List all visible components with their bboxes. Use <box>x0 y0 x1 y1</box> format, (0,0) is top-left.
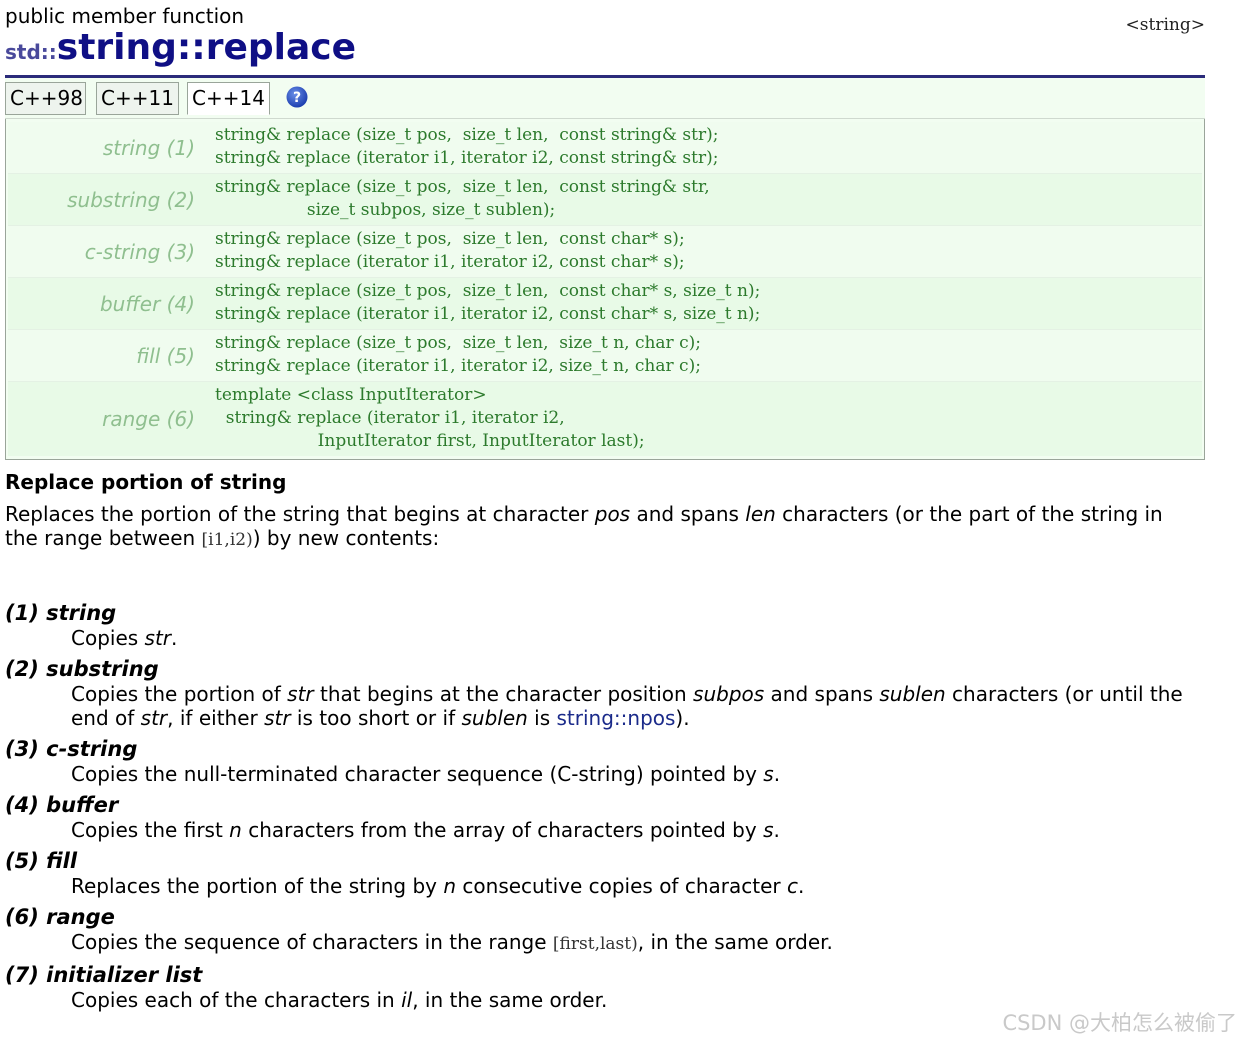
text-segment: Copies the null-terminated character seq… <box>71 762 764 786</box>
text-segment: Copies the sequence of characters in the… <box>71 930 553 954</box>
prototype-label: c-string (3) <box>84 239 195 264</box>
param-description: Copies the sequence of characters in the… <box>71 930 1191 956</box>
prototype-table: string (1) string& replace (size_t pos, s… <box>5 119 1205 460</box>
prototype-row: range (6) template <class InputIterator> … <box>8 382 1202 456</box>
npos-link[interactable]: string::npos <box>557 706 676 730</box>
prototype-label: range (6) <box>102 407 195 431</box>
text-segment: Copies <box>71 626 145 650</box>
prototype-row: substring (2) string& replace (size_t pos… <box>8 174 1202 226</box>
prototype-row: string (1) string& replace (size_t pos, s… <box>8 122 1202 174</box>
param-term: (4) buffer <box>5 793 119 817</box>
prototype-code: string& replace (size_t pos, size_t len,… <box>215 177 710 220</box>
tab-cpp14[interactable]: C++14 <box>187 82 270 115</box>
param-name: c <box>786 874 798 898</box>
question-circle-icon[interactable]: ? <box>286 86 308 108</box>
param-term: (1) string <box>5 601 117 625</box>
text-segment: . <box>171 626 178 650</box>
text-segment: Copies the portion of <box>71 682 288 706</box>
prototype-row: buffer (4) string& replace (size_t pos, s… <box>8 278 1202 330</box>
tab-cpp98[interactable]: C++98 <box>5 82 86 115</box>
prototype-label: substring (2) <box>67 187 195 212</box>
member-kind: public member function <box>5 4 245 28</box>
prototype-label: buffer (4) <box>99 291 195 316</box>
tab-cpp11[interactable]: C++11 <box>96 82 179 115</box>
title-row: std::string::replace <string> <box>5 15 1205 73</box>
prototype-row: fill (5) string& replace (size_t pos, siz… <box>8 330 1202 382</box>
text-segment: consecutive copies of character <box>456 874 787 898</box>
param-name: n <box>443 874 457 898</box>
text-segment: Copies the first <box>71 818 230 842</box>
text-segment: . <box>797 874 805 898</box>
text-segment: , in the same order. <box>637 930 833 954</box>
text-segment: . <box>773 818 780 842</box>
param-term: (5) fill <box>5 849 78 873</box>
param-name: n <box>229 818 242 842</box>
svg-text:?: ? <box>293 90 301 106</box>
param-description: Copies the first n characters from the a… <box>71 818 1191 842</box>
prototype-label: fill (5) <box>136 343 195 368</box>
standard-tabs: C++98 C++11 C++14 ? <box>5 78 1205 119</box>
param-name: il <box>401 988 413 1012</box>
param-name: sublen <box>879 682 946 706</box>
param-description: Replaces the portion of the string by n … <box>71 874 1191 898</box>
text-segment: Replaces the portion of the string by <box>71 874 444 898</box>
text-segment: and spans <box>764 682 880 706</box>
prototype-code: string& replace (size_t pos, size_t len,… <box>215 333 701 376</box>
text-segment: . <box>773 762 781 786</box>
param-term: (6) range <box>5 905 115 929</box>
param-pos: pos <box>594 502 631 526</box>
text-segment: characters from the array of characters … <box>241 818 764 842</box>
param-name: subpos <box>693 682 765 706</box>
param-name: s <box>763 762 774 786</box>
parameter-list: (1) string Copies str. (2) substring Copies… <box>5 600 1205 1012</box>
page-content: public member function std::string::repl… <box>5 0 1205 1012</box>
param-name: str <box>144 626 172 650</box>
param-name: str <box>140 706 168 730</box>
text-segment: ). <box>675 706 690 730</box>
prototype-row: c-string (3) string& replace (size_t pos,… <box>8 226 1202 278</box>
param-name: sublen <box>461 706 528 730</box>
text-segment: is too short or if <box>290 706 462 730</box>
summary-title: Replace portion of string <box>5 470 287 494</box>
param-name: str <box>264 706 291 730</box>
prototype-code: string& replace (size_t pos, size_t len,… <box>215 229 685 272</box>
param-description: Copies the null-terminated character seq… <box>71 762 1191 786</box>
param-name: s <box>763 818 774 842</box>
text-segment: , if either <box>167 706 265 730</box>
header-tag[interactable]: <string> <box>1126 15 1205 35</box>
watermark: CSDN @大柏怎么被偷了 <box>1002 1011 1237 1035</box>
param-term: (3) c-string <box>5 737 138 761</box>
param-len: len <box>745 502 776 526</box>
prototype-code: template <class InputIterator> string& r… <box>215 385 645 451</box>
text-segment: is <box>527 706 557 730</box>
param-term: (7) initializer list <box>5 963 203 987</box>
code-segment: [first,last) <box>552 934 638 954</box>
title-name: string::replace <box>56 27 357 68</box>
param-description: Copies the portion of str that begins at… <box>71 682 1191 730</box>
param-term: (2) substring <box>5 657 159 681</box>
param-description: Copies str. <box>71 626 1191 650</box>
param-name: str <box>287 682 314 706</box>
page-title: std::string::replace <box>5 27 356 68</box>
text-segment: Copies each of the characters in <box>71 988 402 1012</box>
title-namespace: std:: <box>5 40 57 64</box>
prototype-code: string& replace (size_t pos, size_t len,… <box>215 125 719 168</box>
prototype-label: string (1) <box>102 135 195 160</box>
text-segment: that begins at the character position <box>313 682 694 706</box>
summary-text: Replaces the portion of the string that … <box>5 502 1163 550</box>
range-code: [i1,i2) <box>201 530 253 550</box>
prototype-code: string& replace (size_t pos, size_t len,… <box>215 281 761 324</box>
text-segment: , in the same order. <box>412 988 608 1012</box>
